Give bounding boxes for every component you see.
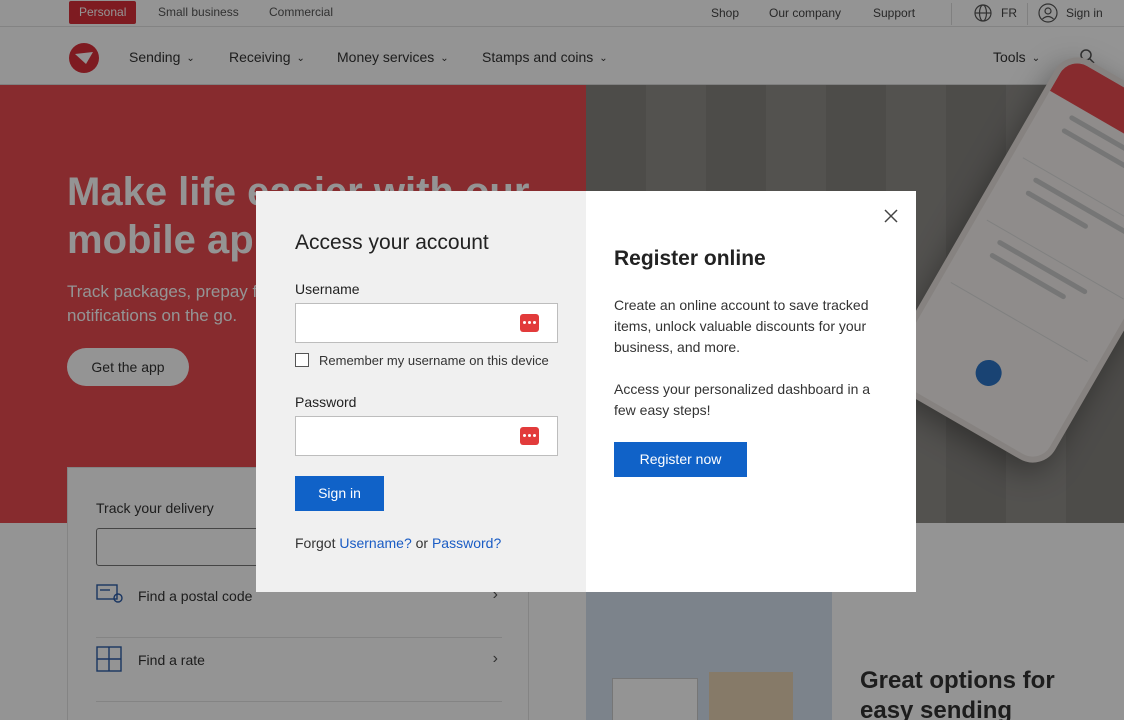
password-manager-icon[interactable] [520, 314, 539, 332]
sign-in-button[interactable]: Sign in [295, 476, 384, 511]
register-description: Create an online account to save tracked… [614, 297, 869, 355]
forgot-credentials: Forgot Username? or Password? [295, 535, 501, 551]
username-label: Username [295, 281, 360, 297]
login-panel: Access your account Username Remember my… [256, 191, 586, 592]
remember-label: Remember my username on this device [319, 353, 549, 368]
remember-checkbox[interactable] [295, 353, 309, 367]
sign-in-modal: Access your account Username Remember my… [256, 191, 916, 592]
register-title: Register online [614, 247, 766, 270]
password-manager-icon[interactable] [520, 427, 539, 445]
forgot-username-link[interactable]: Username? [339, 535, 411, 551]
forgot-password-link[interactable]: Password? [432, 535, 501, 551]
close-icon[interactable] [882, 207, 900, 225]
forgot-or: or [415, 535, 429, 551]
username-input[interactable] [296, 304, 516, 342]
username-field[interactable] [295, 303, 558, 343]
forgot-prefix: Forgot [295, 535, 336, 551]
password-input[interactable] [296, 417, 516, 455]
password-field[interactable] [295, 416, 558, 456]
modal-title: Access your account [295, 231, 489, 254]
register-dashboard-text: Access your personalized dashboard in a … [614, 381, 871, 418]
register-now-button[interactable]: Register now [614, 442, 747, 477]
password-label: Password [295, 394, 357, 410]
